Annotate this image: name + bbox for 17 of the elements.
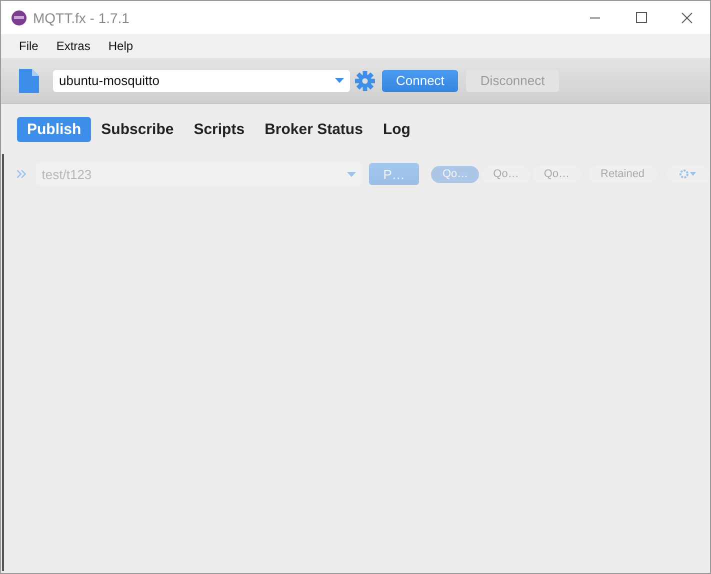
menu-item[interactable]: Help xyxy=(99,39,142,53)
profile-dropdown[interactable]: ubuntu-mosquitto xyxy=(53,70,350,92)
tab[interactable]: Log xyxy=(372,116,420,142)
app-logo-icon xyxy=(11,10,27,26)
gear-caret-icon xyxy=(679,169,698,179)
tab[interactable]: Publish xyxy=(17,116,92,142)
file-icon[interactable] xyxy=(19,68,39,92)
menu-item[interactable]: File xyxy=(10,39,48,53)
tab[interactable]: Subscribe xyxy=(91,116,184,142)
window-title: MQTT.fx - 1.7.1 xyxy=(33,10,130,26)
connect-button[interactable]: Connect xyxy=(382,70,458,92)
tab[interactable]: Scripts xyxy=(184,116,255,142)
menu-item[interactable]: Extras xyxy=(47,39,100,53)
settings-icon[interactable] xyxy=(355,70,375,90)
caret-icon xyxy=(346,172,356,176)
caret-icon xyxy=(335,78,344,83)
tab[interactable]: Broker Status xyxy=(254,116,373,142)
